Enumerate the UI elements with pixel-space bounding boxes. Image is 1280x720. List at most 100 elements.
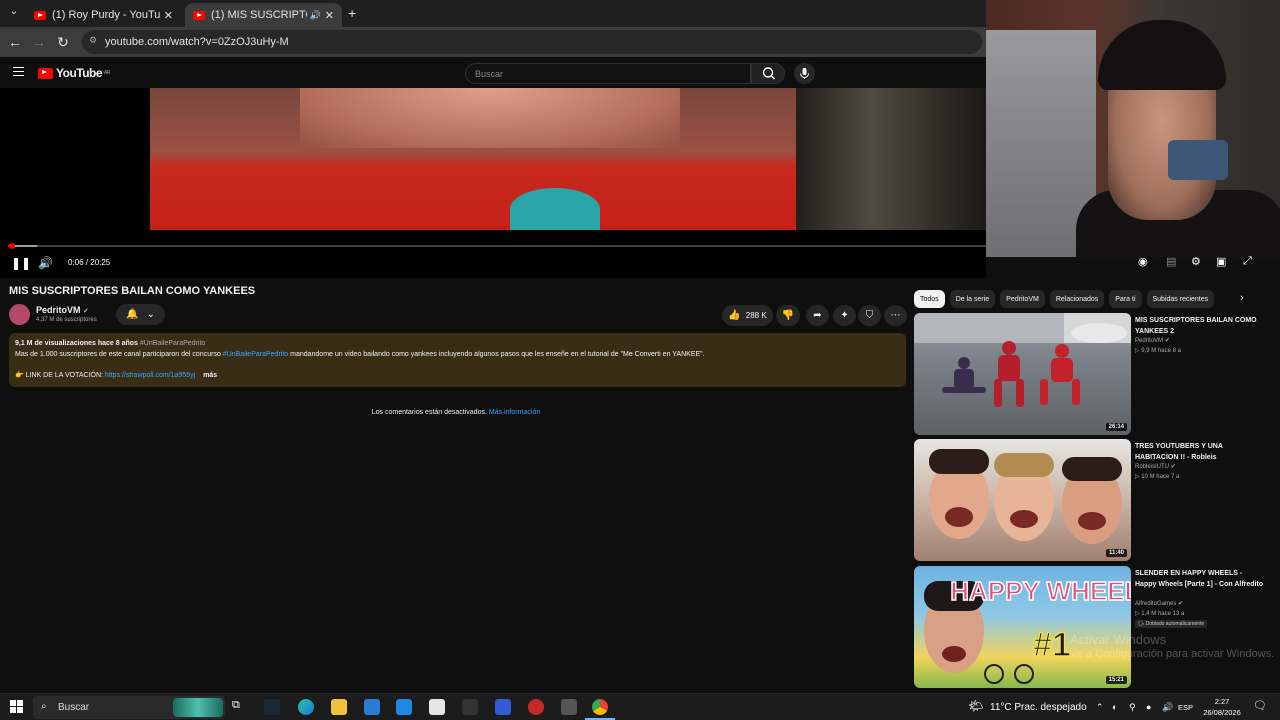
youtube-favicon-icon [34, 10, 46, 20]
weather-icon[interactable]: 🌤 [968, 699, 983, 713]
progress-scrubber[interactable] [9, 243, 15, 249]
dislike-button[interactable]: 👎 [776, 305, 800, 326]
back-icon[interactable]: ← [3, 34, 27, 50]
youtube-logo[interactable]: YouTube AR [38, 66, 110, 80]
channel-avatar[interactable] [9, 304, 30, 325]
file-explorer-icon[interactable] [331, 699, 347, 715]
description-text-1: Mas de 1.000 suscriptores de este canal … [15, 350, 223, 358]
theater-mode-icon[interactable]: ▣ [1216, 255, 1226, 268]
description-hashtag-link[interactable]: #UnBaileParaPedrito [223, 351, 288, 358]
store-icon[interactable] [364, 699, 380, 715]
notifications-icon[interactable]: 🗨 [1253, 699, 1267, 712]
logo-region: AR [104, 70, 110, 76]
speaker-icon[interactable]: 🔊 [310, 10, 321, 21]
channel-name[interactable]: PedritoVM ✔ [36, 305, 89, 315]
progress-bar[interactable] [8, 245, 986, 247]
time-display: 0:06 / 20:25 [68, 258, 111, 267]
app-icon-3[interactable] [561, 699, 577, 715]
subtitles-icon[interactable]: ▤ [1166, 255, 1176, 268]
browser-tab-roy-purdy[interactable]: (1) Roy Purdy - YouTube ✕ [26, 3, 181, 27]
search-input[interactable]: Buscar [465, 63, 751, 84]
like-button[interactable]: 👍 288 K [722, 305, 773, 326]
video-face-region [300, 88, 680, 148]
site-info-icon[interactable]: ⚙ [89, 35, 97, 46]
video-player[interactable] [0, 88, 986, 278]
chrome-icon[interactable] [592, 699, 608, 715]
recommendation-title[interactable]: MIS SUSCRIPTORES BAILAN COMO YANKEES 2 [1135, 316, 1265, 337]
menu-icon[interactable] [13, 67, 24, 76]
autoplay-toggle-icon[interactable]: ◉ [1138, 255, 1148, 268]
task-view-icon[interactable]: ⧉ [232, 699, 248, 715]
recommendation-item[interactable]: 11:40 TRES YOUTUBERS Y UNA HABITACION !!… [914, 439, 1274, 561]
tray-icon-1[interactable]: ◐ [1112, 702, 1117, 712]
recommendation-channel[interactable]: AlfreditoGames ✔ [1135, 600, 1183, 607]
weather-text[interactable]: 11°C Prac. despejado [990, 702, 1087, 713]
close-tab-icon[interactable]: ✕ [325, 9, 334, 22]
vote-link[interactable]: https://strawpoll.com/1a955yj [105, 372, 195, 379]
notifications-button[interactable]: 🔔 ⌄ [116, 304, 165, 325]
mic-tray-icon[interactable]: ● [1146, 702, 1151, 712]
verified-icon: ✔ [1164, 338, 1170, 344]
recommendation-channel[interactable]: RobleisIUTU ✔ [1135, 463, 1176, 470]
tab-title: (1) Roy Purdy - YouTube [52, 9, 160, 21]
recommendation-item[interactable]: HAPPY WHEELS #1 15:21 SLENDER EN HAPPY W… [914, 566, 1274, 688]
edge-icon[interactable] [298, 699, 314, 715]
fullscreen-icon[interactable]: ⤢ [1243, 255, 1252, 268]
video-frame [150, 88, 986, 230]
search-icon [762, 67, 775, 80]
recommendation-title[interactable]: TRES YOUTUBERS Y UNA HABITACION !! - Rob… [1135, 442, 1265, 463]
volume-tray-icon[interactable]: 🔊 [1162, 702, 1173, 713]
tray-chevron-icon[interactable]: ⌃ [1096, 702, 1104, 713]
network-icon[interactable]: ⚲ [1129, 702, 1136, 713]
forward-icon[interactable]: → [27, 34, 51, 50]
volume-icon[interactable]: 🔊 [38, 256, 53, 270]
recommendation-title[interactable]: SLENDER EN HAPPY WHEELS - Happy Wheels [… [1135, 569, 1265, 590]
voice-search-button[interactable] [794, 63, 815, 84]
chip-relacionados[interactable]: Relacionados [1049, 290, 1105, 308]
app-icon-2[interactable] [495, 699, 511, 715]
description-box[interactable]: 9,1 M de visualizaciones hace 8 años #Un… [9, 333, 906, 387]
video-thumbnail[interactable]: 26:14 [914, 313, 1131, 435]
more-info-link[interactable]: Más información [489, 409, 540, 416]
chip-pedritovm[interactable]: PedritoVM [1000, 290, 1045, 308]
search-icon: ⌕ [41, 701, 47, 712]
windows-activation-watermark: Activar Windows Ve a Configuración para … [1070, 632, 1274, 662]
save-button[interactable]: ⛉ [858, 305, 881, 326]
ask-button[interactable]: ✦ [833, 305, 856, 326]
system-clock[interactable]: 2:27 26/08/2026 [1198, 696, 1246, 718]
browser-tab-active[interactable]: (1) MIS SUSCRIPTORES BAIL 🔊 ✕ [185, 3, 342, 27]
chip-de-la-serie[interactable]: De la serie [949, 290, 996, 308]
mail-icon[interactable] [396, 699, 412, 715]
thumbnail-title-text: HAPPY WHEELS [950, 576, 1131, 606]
recommendation-channel[interactable]: PedritoVM ✔ [1135, 337, 1170, 344]
windows-start-icon[interactable] [10, 700, 23, 713]
chip-para-ti[interactable]: Para ti [1109, 290, 1142, 308]
reload-icon[interactable]: ↻ [51, 34, 75, 51]
steam-icon[interactable] [264, 699, 280, 715]
recommendation-item[interactable]: 26:14 MIS SUSCRIPTORES BAILAN COMO YANKE… [914, 313, 1274, 435]
search-button[interactable] [751, 63, 785, 84]
more-actions-button[interactable]: ⋯ [884, 305, 907, 326]
tab-search-chevron-icon[interactable]: ⌄ [2, 6, 26, 17]
video-thumbnail[interactable]: HAPPY WHEELS #1 15:21 [914, 566, 1131, 688]
new-tab-icon[interactable]: + [348, 5, 356, 21]
sparkle-icon: ✦ [840, 310, 849, 321]
obs-icon[interactable] [528, 699, 544, 715]
language-indicator[interactable]: ESP [1178, 703, 1193, 712]
video-title: MIS SUSCRIPTORES BAILAN COMO YANKEES [9, 285, 256, 297]
chevron-right-icon[interactable]: › [1240, 292, 1244, 304]
chip-subidas-recientes[interactable]: Subidas recientes [1146, 290, 1215, 308]
show-more-button[interactable]: más [203, 372, 217, 379]
pause-icon[interactable]: ❚❚ [11, 256, 31, 270]
share-button[interactable]: ➦ [806, 305, 829, 326]
taskbar-search-input[interactable]: ⌕ Buscar [33, 696, 225, 719]
description-hashtag[interactable]: #UnBaileParaPedrito [140, 340, 205, 347]
verified-icon: ✔ [1178, 601, 1184, 607]
chip-todos[interactable]: Todos [914, 290, 945, 308]
video-thumbnail[interactable]: 11:40 [914, 439, 1131, 561]
close-tab-icon[interactable]: ✕ [164, 9, 173, 22]
capcut-icon[interactable] [429, 699, 445, 715]
settings-gear-icon[interactable]: ⚙ [1191, 255, 1201, 268]
app-icon-1[interactable] [462, 699, 478, 715]
address-bar[interactable]: ⚙ youtube.com/watch?v=0ZzOJ3uHy-M [82, 30, 982, 54]
